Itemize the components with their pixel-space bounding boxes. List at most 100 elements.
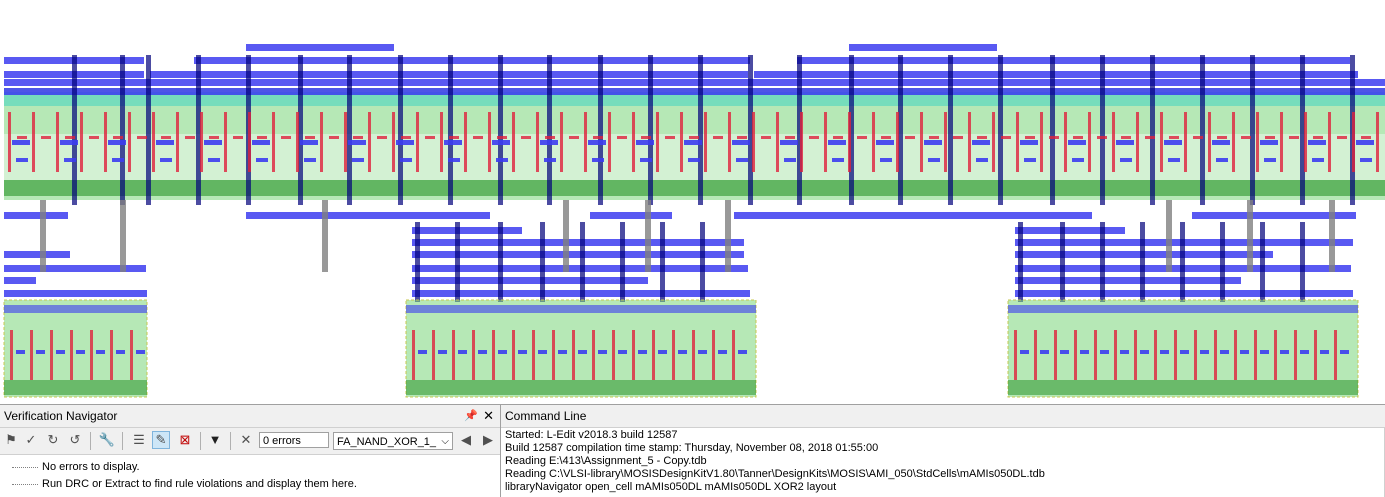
poly-finger <box>1064 112 1067 172</box>
metal1-block <box>1264 158 1276 162</box>
poly-finger <box>440 112 443 172</box>
list-icon[interactable]: ☰ <box>130 431 148 449</box>
poly-stub <box>1241 136 1251 139</box>
poly-finger <box>732 330 735 380</box>
poly-stub <box>209 136 219 139</box>
poly-finger <box>612 330 615 380</box>
poly-finger <box>896 112 899 172</box>
poly-finger <box>1094 330 1097 380</box>
metal1-block <box>76 350 85 354</box>
metal1-block <box>1308 140 1326 145</box>
layout-drawing[interactable] <box>0 0 1385 404</box>
command-line-output[interactable]: Started: L-Edit v2018.3 build 12587 Buil… <box>505 429 1385 497</box>
poly-finger <box>1034 330 1037 380</box>
metal1-block <box>1072 158 1084 162</box>
redo-icon[interactable]: ↻ <box>44 431 62 449</box>
undo-icon[interactable]: ↺ <box>66 431 84 449</box>
metal1-block <box>478 350 487 354</box>
via-connector <box>40 200 46 272</box>
pin-icon[interactable]: 📌 <box>464 405 478 427</box>
metal1-block <box>208 158 220 162</box>
poly-finger <box>472 330 475 380</box>
poly-finger <box>608 112 611 172</box>
metal1-track <box>4 251 70 258</box>
metal2-column <box>1220 222 1225 302</box>
metal1-block <box>1216 158 1228 162</box>
poly-finger <box>712 330 715 380</box>
metal1-block <box>738 350 747 354</box>
poly-stub <box>17 136 27 139</box>
highlight-icon[interactable]: ✎ <box>152 431 170 449</box>
cell-select-value: FA_NAND_XOR_1_ <box>337 436 437 448</box>
metal1-block <box>1360 158 1372 162</box>
select-box-icon[interactable]: ⊠ <box>176 431 194 449</box>
via-connector <box>563 200 569 272</box>
poly-stub <box>1313 136 1323 139</box>
cell-select-dropdown[interactable]: FA_NAND_XOR_1_ ⌵ <box>333 432 453 450</box>
chevron-down-icon: ⌵ <box>441 436 449 447</box>
poly-finger <box>800 112 803 172</box>
poly-finger <box>368 112 371 172</box>
metal1-block <box>348 140 366 145</box>
poly-finger <box>1304 112 1307 172</box>
metal1-block <box>928 158 940 162</box>
poly-finger <box>680 112 683 172</box>
close-icon[interactable]: ✕ <box>483 405 494 427</box>
poly-finger <box>130 330 133 380</box>
metal1-block <box>1040 350 1049 354</box>
metal2-column <box>455 222 460 302</box>
poly-finger <box>1184 112 1187 172</box>
poly-stub <box>1025 136 1035 139</box>
metal2-column <box>620 222 625 302</box>
poly-finger <box>104 112 107 172</box>
metal2-column <box>1100 55 1105 205</box>
poly-finger <box>200 112 203 172</box>
metal2-column <box>1250 55 1255 205</box>
poly-finger <box>296 112 299 172</box>
poly-finger <box>1328 112 1331 172</box>
next-arrow-icon[interactable]: ▶ <box>479 431 497 449</box>
wrench-icon[interactable]: 🔧 <box>98 431 116 449</box>
metal1-block <box>544 158 556 162</box>
poly-stub <box>713 136 723 139</box>
prev-arrow-icon[interactable]: ◀ <box>457 431 475 449</box>
poly-finger <box>1014 330 1017 380</box>
poly-finger <box>752 112 755 172</box>
poly-stub <box>305 136 315 139</box>
poly-stub <box>425 136 435 139</box>
metal1-block <box>640 158 652 162</box>
metal1-block <box>718 350 727 354</box>
poly-stub <box>233 136 243 139</box>
metal2-column <box>1300 222 1305 302</box>
poly-stub <box>857 136 867 139</box>
poly-finger <box>944 112 947 172</box>
metal1-block <box>578 350 587 354</box>
layout-canvas[interactable] <box>0 0 1385 404</box>
metal1-block <box>56 350 65 354</box>
metal2-column <box>948 55 953 205</box>
metal1-block <box>1260 140 1278 145</box>
metal1-block <box>252 140 270 145</box>
check-icon[interactable]: ✓ <box>22 431 40 449</box>
delete-icon[interactable]: ✕ <box>237 431 255 449</box>
via-connector <box>120 200 126 272</box>
metal1-block <box>1212 140 1230 145</box>
metal2-column <box>415 222 420 302</box>
poly-finger <box>32 112 35 172</box>
via-connector <box>1166 200 1172 272</box>
active-strip <box>406 380 756 395</box>
metal1-block <box>160 158 172 162</box>
poly-stub <box>929 136 939 139</box>
marker-icon[interactable]: ⚑ <box>2 431 20 449</box>
metal1-track <box>4 212 68 219</box>
poly-finger <box>920 112 923 172</box>
poly-stub <box>329 136 339 139</box>
poly-stub <box>1073 136 1083 139</box>
poly-stub <box>65 136 75 139</box>
metal2-column <box>72 55 77 205</box>
error-count-field[interactable]: 0 errors <box>259 432 329 448</box>
metal1-block <box>458 350 467 354</box>
dropdown-icon[interactable]: ▼ <box>206 431 224 449</box>
command-output-line: Reading C:\VLSI-library\MOSISDesignKitV1… <box>505 468 1045 480</box>
metal1-block <box>1240 350 1249 354</box>
